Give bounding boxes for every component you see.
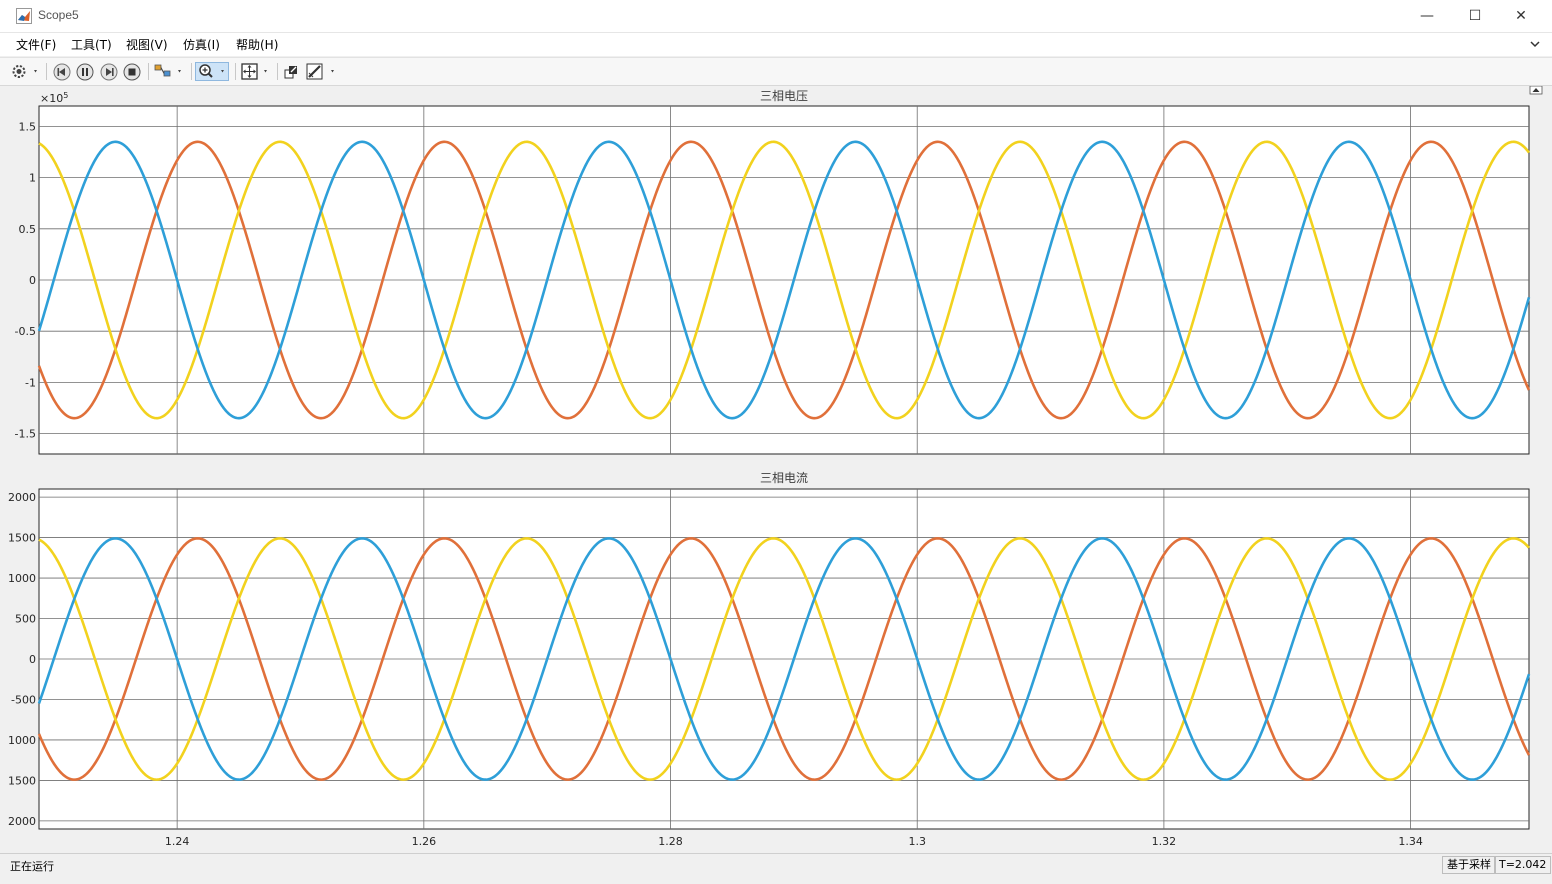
minimize-button[interactable]: — (1404, 0, 1450, 32)
close-button[interactable]: ✕ (1498, 0, 1544, 32)
menu-tools[interactable]: 工具(T) (71, 36, 112, 53)
toolbar-separator (46, 63, 47, 80)
step-forward-icon (100, 63, 118, 80)
y-tick-label: -1000 (8, 734, 36, 747)
y-tick-label: 0.5 (19, 223, 37, 236)
menu-simulation[interactable]: 仿真(I) (183, 36, 220, 53)
y-tick-label: -1.5 (15, 428, 36, 441)
x-tick-label: 1.34 (1398, 835, 1423, 848)
run-status: 正在运行 (10, 860, 54, 873)
step-back-button[interactable] (52, 62, 72, 81)
gear-icon (12, 65, 37, 78)
scope-figure: 三相电压 ×105 1.5 1 0.5 0 -0.5 -1 -1.5 三相电流 1.24 1.… (4, 85, 1543, 848)
y-tick-label: 1000 (8, 572, 36, 585)
toolbar (0, 57, 1552, 86)
pause-icon (76, 63, 94, 80)
menu-view[interactable]: 视图(V) (126, 36, 168, 53)
x-tick-label: 1.24 (165, 835, 190, 848)
maximize-icon: ☐ (1468, 8, 1482, 24)
sim-time-indicator: T=2.042 (1494, 856, 1552, 874)
y-tick-label: 1 (29, 172, 36, 185)
toolbar-separator (148, 63, 149, 80)
maximize-button[interactable]: ☐ (1452, 0, 1498, 32)
x-tick-label: 1.26 (412, 835, 437, 848)
y-tick-label: 0 (29, 274, 36, 287)
step-forward-button[interactable] (99, 62, 119, 81)
voltage-axes[interactable]: 三相电压 ×105 1.5 1 0.5 0 -0.5 -1 -1.5 (15, 89, 1531, 455)
x-tick-label: 1.3 (908, 835, 926, 848)
zoom-button[interactable] (195, 62, 229, 81)
x-tick-label: 1.32 (1152, 835, 1177, 848)
voltage-exponent-label: ×105 (40, 91, 68, 105)
toolbar-separator (235, 63, 236, 80)
current-axes[interactable]: 三相电流 1.24 1.26 1.28 1.3 1.32 1.34 2000 1500 1000… (4, 471, 1531, 848)
style-brush-icon (306, 63, 334, 80)
settings-button[interactable] (10, 62, 40, 81)
y-tick-label: 0 (29, 653, 36, 666)
current-plot-title: 三相电流 (760, 471, 808, 485)
y-tick-label: 1.5 (19, 120, 37, 133)
toolbar-separator (191, 63, 192, 80)
y-tick-label: -500 (11, 693, 36, 706)
scope-plot-area: 三相电压 ×105 1.5 1 0.5 0 -0.5 -1 -1.5 三相电流 1.24 1.… (4, 85, 1544, 851)
menu-bar: 文件(F) 工具(T) 视图(V) 仿真(I) 帮助(H) (0, 33, 1552, 56)
y-tick-label: -2000 (8, 815, 36, 828)
x-tick-label: 1.28 (658, 835, 683, 848)
status-bar: 正在运行 基于采样 T=2.042 (0, 853, 1552, 876)
signal-select-button[interactable] (153, 62, 185, 81)
minimize-icon: — (1420, 8, 1434, 24)
voltage-plot-title: 三相电压 (760, 89, 808, 103)
signal-select-icon (154, 64, 181, 77)
close-icon: ✕ (1515, 8, 1527, 24)
matlab-logo-icon (16, 8, 32, 24)
zoom-in-icon (199, 64, 224, 78)
y-tick-label: -1 (25, 376, 36, 389)
y-tick-label: 1500 (8, 532, 36, 545)
y-tick-label: -0.5 (15, 325, 36, 338)
y-tick-label: -1500 (8, 774, 36, 787)
step-back-icon (53, 63, 71, 80)
window-title: Scope5 (38, 8, 79, 22)
voltage-tick-labels: 1.5 1 0.5 0 -0.5 -1 -1.5 (15, 120, 36, 440)
fit-to-view-button[interactable] (240, 62, 272, 81)
y-tick-label: 500 (15, 613, 36, 626)
pause-button[interactable] (75, 62, 95, 81)
toolbar-separator (277, 63, 278, 80)
sample-mode-indicator: 基于采样 (1442, 856, 1496, 874)
stop-icon (123, 63, 141, 80)
style-button[interactable] (305, 62, 339, 81)
chevron-down-icon[interactable] (1530, 39, 1540, 49)
collapse-toolbar-button[interactable] (1529, 85, 1543, 95)
title-bar: Scope5 — ☐ ✕ (0, 0, 1552, 33)
restore-icon (284, 65, 297, 78)
fit-to-view-icon (241, 63, 267, 80)
menu-help[interactable]: 帮助(H) (236, 36, 278, 53)
restore-button[interactable] (281, 62, 301, 81)
stop-button[interactable] (122, 62, 142, 81)
menu-file[interactable]: 文件(F) (16, 36, 56, 53)
y-tick-label: 2000 (8, 491, 36, 504)
